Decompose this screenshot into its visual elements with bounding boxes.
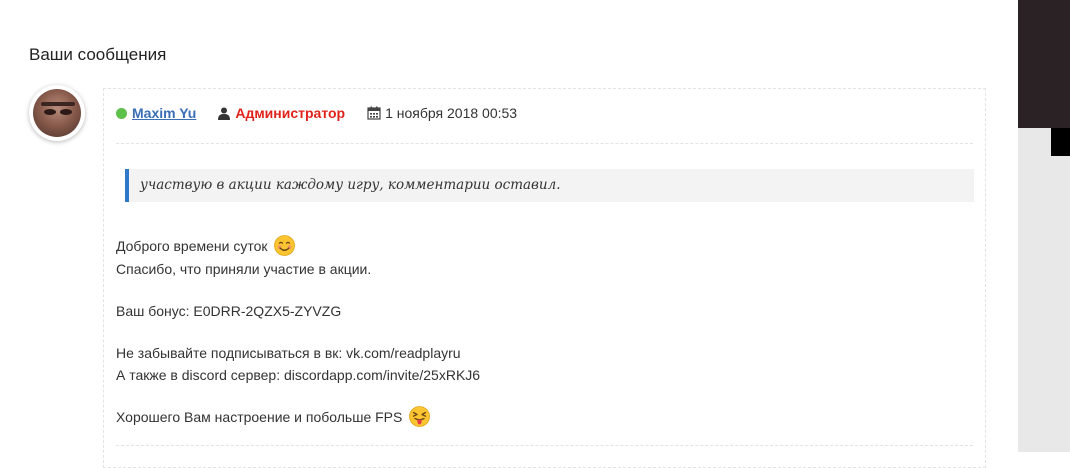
- sidebar-strip: [1051, 128, 1070, 156]
- reply-discord: А также в discord сервер: discordapp.com…: [116, 366, 481, 383]
- comment-date: 1 ноября 2018 00:53: [367, 105, 517, 121]
- avatar[interactable]: [29, 85, 85, 141]
- quoted-message: участвую в акции каждому игру, комментар…: [125, 169, 974, 202]
- section-title: Ваши сообщения: [29, 45, 167, 64]
- author-link[interactable]: Maxim Yu: [132, 105, 196, 121]
- comment-meta: Maxim Yu Администратор 1 ноября 2018 00:…: [116, 104, 517, 122]
- user-icon: [218, 107, 231, 120]
- reply-closing: Хорошего Вам настроение и побольше FPS: [116, 408, 403, 425]
- comment-card: Maxim Yu Администратор 1 ноября 2018 00:…: [103, 88, 986, 468]
- reply-bonus: Ваш бонус: E0DRR-2QZX5-ZYVZG: [116, 302, 342, 319]
- author-role: Администратор: [218, 105, 345, 121]
- calendar-icon: [367, 106, 381, 120]
- online-status-icon: [116, 107, 127, 119]
- sidebar-banner: [1018, 0, 1070, 128]
- right-sidebar: [1018, 0, 1070, 452]
- reply-body: Доброго времени суток Спасибо, что приня…: [116, 234, 481, 429]
- reply-thanks: Спасибо, что приняли участие в акции.: [116, 260, 372, 277]
- date-text: 1 ноября 2018 00:53: [385, 105, 518, 121]
- tongue-emoji-icon: [409, 405, 431, 427]
- role-label: Администратор: [235, 105, 346, 121]
- divider: [116, 143, 973, 144]
- reply-greeting: Доброго времени суток: [116, 238, 268, 254]
- smile-emoji-icon: [274, 234, 296, 256]
- reply-vk: Не забывайте подписываться в вк: vk.com/…: [116, 344, 461, 361]
- avatar-image: [33, 89, 81, 137]
- divider: [116, 445, 973, 446]
- main-content: Ваши сообщения Maxim Yu Администратор 1 …: [0, 0, 1018, 468]
